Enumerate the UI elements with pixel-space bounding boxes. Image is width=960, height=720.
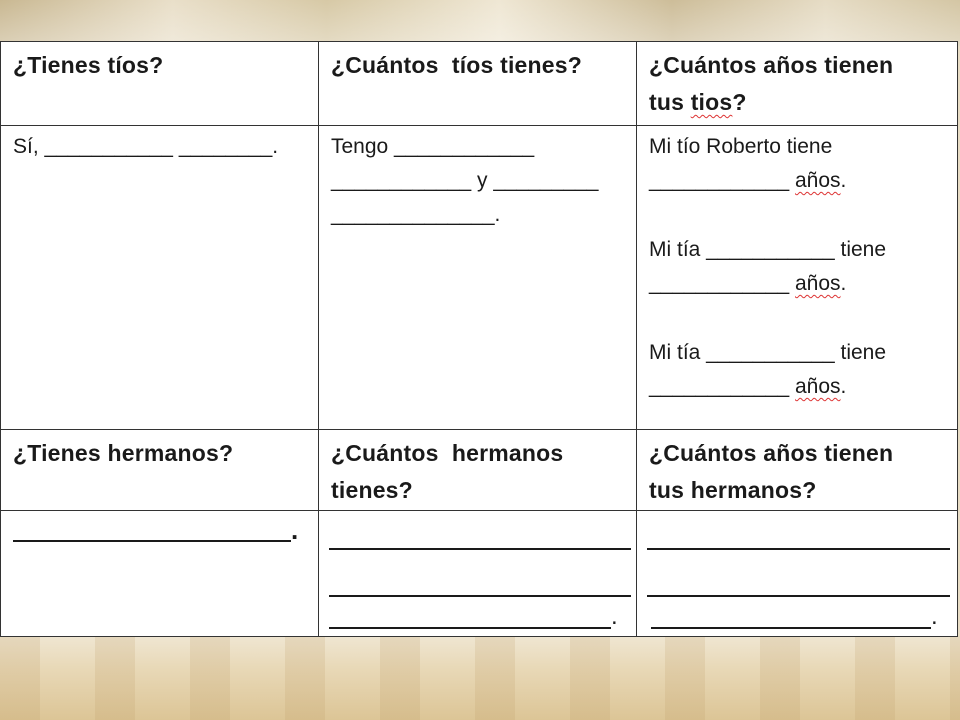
header-tienes-hermanos: ¿Tienes hermanos? [0, 430, 319, 511]
background-photo-top [0, 0, 960, 46]
blank-line [647, 548, 950, 550]
blank-line [329, 548, 631, 550]
blank-line [647, 595, 950, 597]
spellcheck-word: años [795, 272, 841, 295]
spellcheck-word: años [795, 169, 841, 192]
spellcheck-word: años [795, 375, 841, 398]
header-tienes-tios: ¿Tienes tíos? [0, 41, 319, 126]
answer-cuantos-hermanos: . [319, 511, 637, 637]
header-cuantos-tios: ¿Cuántos tíos tienes? [319, 41, 637, 126]
header-cuantos-anos-tios: ¿Cuántos años tienen tus tios? [637, 41, 958, 126]
spellcheck-word: tios [690, 89, 733, 115]
header-cuantos-anos-hermanos: ¿Cuántos años tienen tus hermanos? [637, 430, 958, 511]
blank-line [329, 595, 631, 597]
header-cuantos-hermanos: ¿Cuántos hermanos tienes? [319, 430, 637, 511]
answer-cuantos-anos-hermanos: . [637, 511, 958, 637]
answer-cuantos-anos-tios: Mi tío Roberto tiene ____________ años. … [637, 126, 958, 430]
blank-line [13, 540, 291, 542]
worksheet-table: ¿Tienes tíos? ¿Cuántos tíos tienes? ¿Cuá… [0, 41, 958, 637]
answer-tienes-tios: Sí, ___________ ________. [0, 126, 319, 430]
answer-tienes-hermanos: . [0, 511, 319, 637]
blank-line [329, 627, 611, 629]
answer-cuantos-tios: Tengo ____________ ____________ y ______… [319, 126, 637, 430]
blank-line [651, 627, 931, 629]
background-photo-bottom [0, 636, 960, 720]
